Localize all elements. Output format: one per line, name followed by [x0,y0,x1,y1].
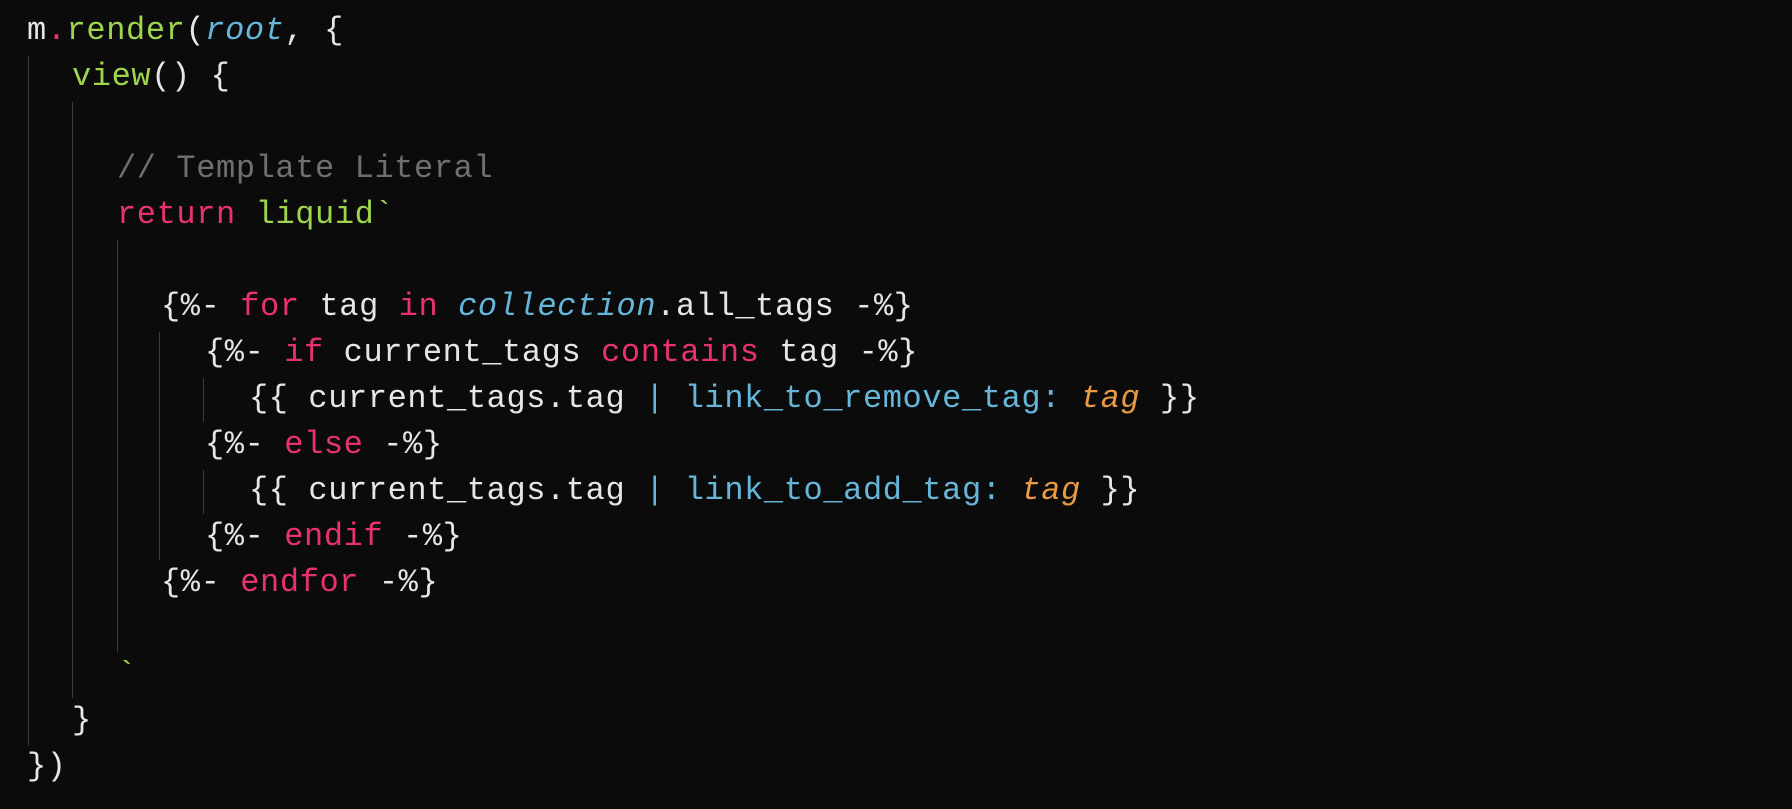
token-keyword: endif [284,518,384,555]
token-expression: current_tags.tag [308,472,626,509]
indent-guide-1 [28,56,29,746]
indent-guide-3 [117,240,118,652]
token-tag-open: {%- [161,288,221,325]
code-editor[interactable]: m.render(root, { view() { // Template Li… [0,0,1792,809]
token-variable: tag [779,334,839,371]
code-line-8[interactable]: {%- if current_tags contains tag -%} [205,330,918,376]
token-expression: current_tags.tag [308,380,626,417]
token-tag-open: {%- [205,334,265,371]
token-object: m [27,12,47,49]
token-object: collection [458,288,657,325]
token-argument: root [205,12,285,49]
token-tag-open: {%- [161,564,221,601]
token-punctuation: () { [151,58,231,95]
token-tag-close: -%} [854,288,914,325]
code-line-7[interactable]: {%- for tag in collection.all_tags -%} [161,284,914,330]
token-close: }) [27,748,67,785]
code-line-2[interactable]: view() { [72,54,230,100]
code-line-5[interactable]: return liquid` [117,192,394,238]
code-line-4[interactable]: // Template Literal [117,146,493,192]
token-tag-close: -%} [403,518,463,555]
token-keyword: in [398,288,439,325]
token-filter: link_to_add_tag: [684,472,1002,509]
indent-guide-4 [159,332,160,560]
indent-guide-2 [72,102,73,698]
code-line-12[interactable]: {%- endif -%} [205,514,462,560]
code-line-9[interactable]: {{ current_tags.tag | link_to_remove_tag… [249,376,1200,422]
indent-guide-5 [203,378,204,422]
token-function: render [66,12,186,49]
token-variable: current_tags [343,334,582,371]
token-tag-function: liquid [255,196,375,233]
token-tag-close: -%} [858,334,919,371]
token-brace: } [72,702,92,739]
token-output-close: }} [1160,380,1200,417]
token-backtick: ` [374,196,395,233]
token-paren: ( [185,12,206,49]
token-property: .all_tags [656,288,835,325]
token-keyword: for [240,288,300,325]
token-output-open: {{ [249,380,289,417]
token-punctuation: , { [284,12,344,49]
code-line-11[interactable]: {{ current_tags.tag | link_to_add_tag: t… [249,468,1140,514]
code-line-17[interactable]: }) [27,744,67,790]
token-tag-open: {%- [205,518,265,555]
token-tag-open: {%- [205,426,265,463]
token-keyword: contains [601,334,760,371]
code-line-1[interactable]: m.render(root, { [27,8,344,54]
token-variable: tag [319,288,379,325]
token-comment: // Template Literal [117,150,494,187]
indent-guide-6 [203,470,204,514]
token-filter: link_to_remove_tag: [684,380,1061,417]
token-keyword: if [284,334,324,371]
code-line-13[interactable]: {%- endfor -%} [161,560,438,606]
code-line-16[interactable]: } [72,698,92,744]
token-tag-close: -%} [383,426,443,463]
token-output-open: {{ [249,472,289,509]
token-keyword: return [117,196,236,233]
token-tag-close: -%} [378,564,439,601]
token-function: view [72,58,152,95]
token-parameter: tag [1080,380,1141,417]
token-dot: . [46,12,67,49]
token-pipe: | [645,472,665,509]
token-keyword: else [284,426,364,463]
token-parameter: tag [1021,472,1081,509]
token-keyword: endfor [240,564,360,601]
token-output-close: }} [1100,472,1141,509]
code-line-10[interactable]: {%- else -%} [205,422,443,468]
token-backtick: ` [117,656,137,693]
token-pipe: | [645,380,665,417]
code-line-15[interactable]: ` [117,652,137,698]
